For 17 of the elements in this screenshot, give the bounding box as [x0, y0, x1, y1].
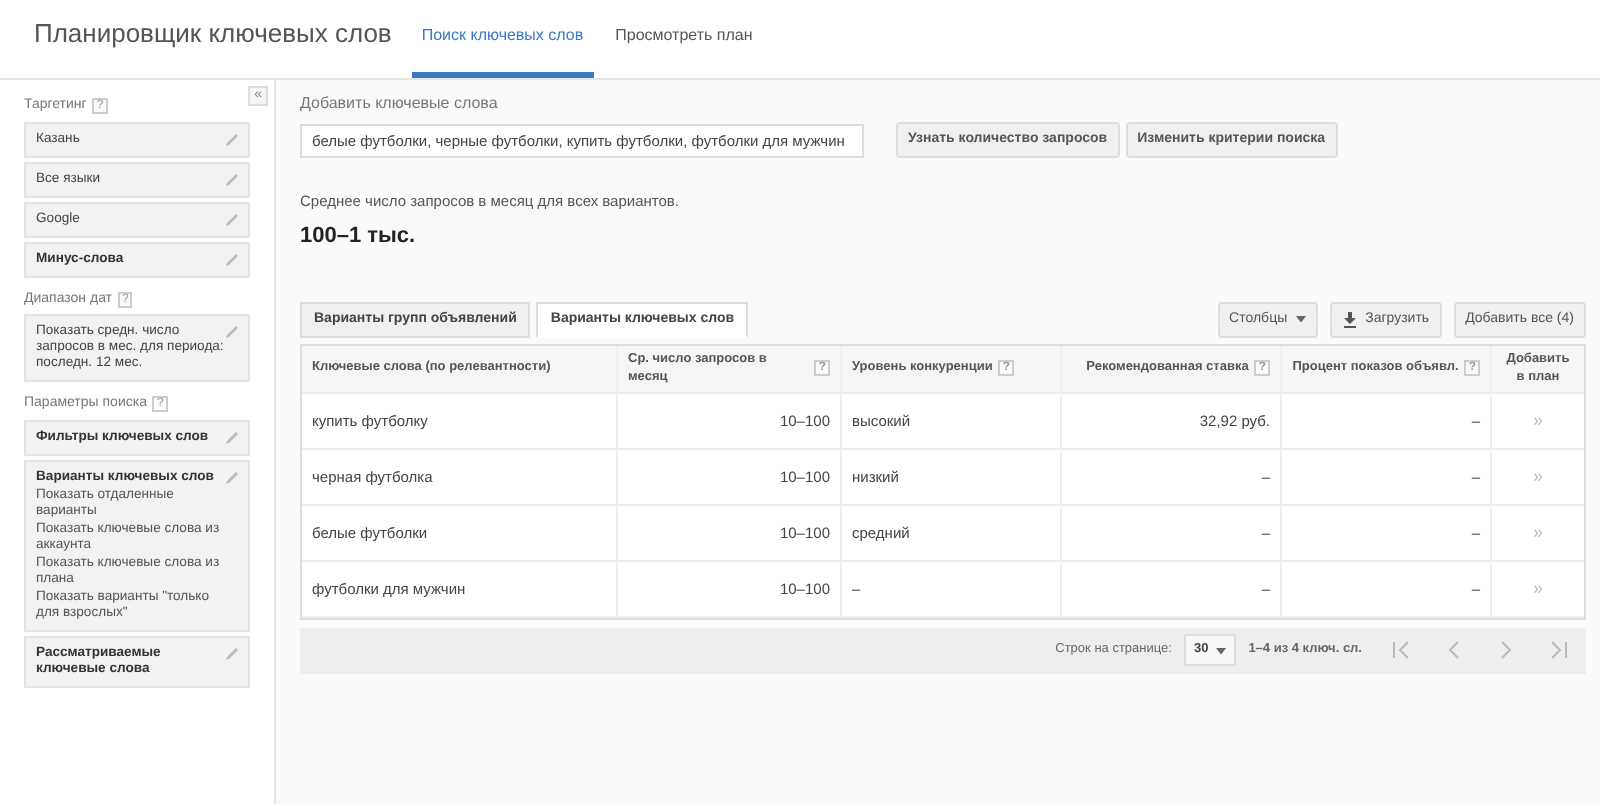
caret-icon [1295, 316, 1306, 323]
download-icon [1341, 311, 1358, 328]
pencil-icon [224, 429, 240, 445]
summary-value: 100–1 тыс. [300, 222, 418, 253]
pencil-icon [224, 211, 240, 227]
pencil-icon [224, 251, 240, 267]
pencil-icon [224, 645, 240, 661]
nav-tab[interactable]: Просмотреть план [605, 24, 763, 78]
pencil-icon [224, 131, 240, 147]
pencil-icon [224, 469, 240, 485]
page-title: Планировщик ключевых слов [34, 15, 392, 52]
last-page-icon[interactable] [1546, 640, 1570, 661]
pencil-icon [224, 324, 240, 340]
field-label: Добавить ключевые слова [300, 92, 500, 116]
first-page-icon[interactable] [1390, 640, 1414, 661]
caret-icon [1216, 647, 1227, 654]
pencil-icon [224, 171, 240, 187]
